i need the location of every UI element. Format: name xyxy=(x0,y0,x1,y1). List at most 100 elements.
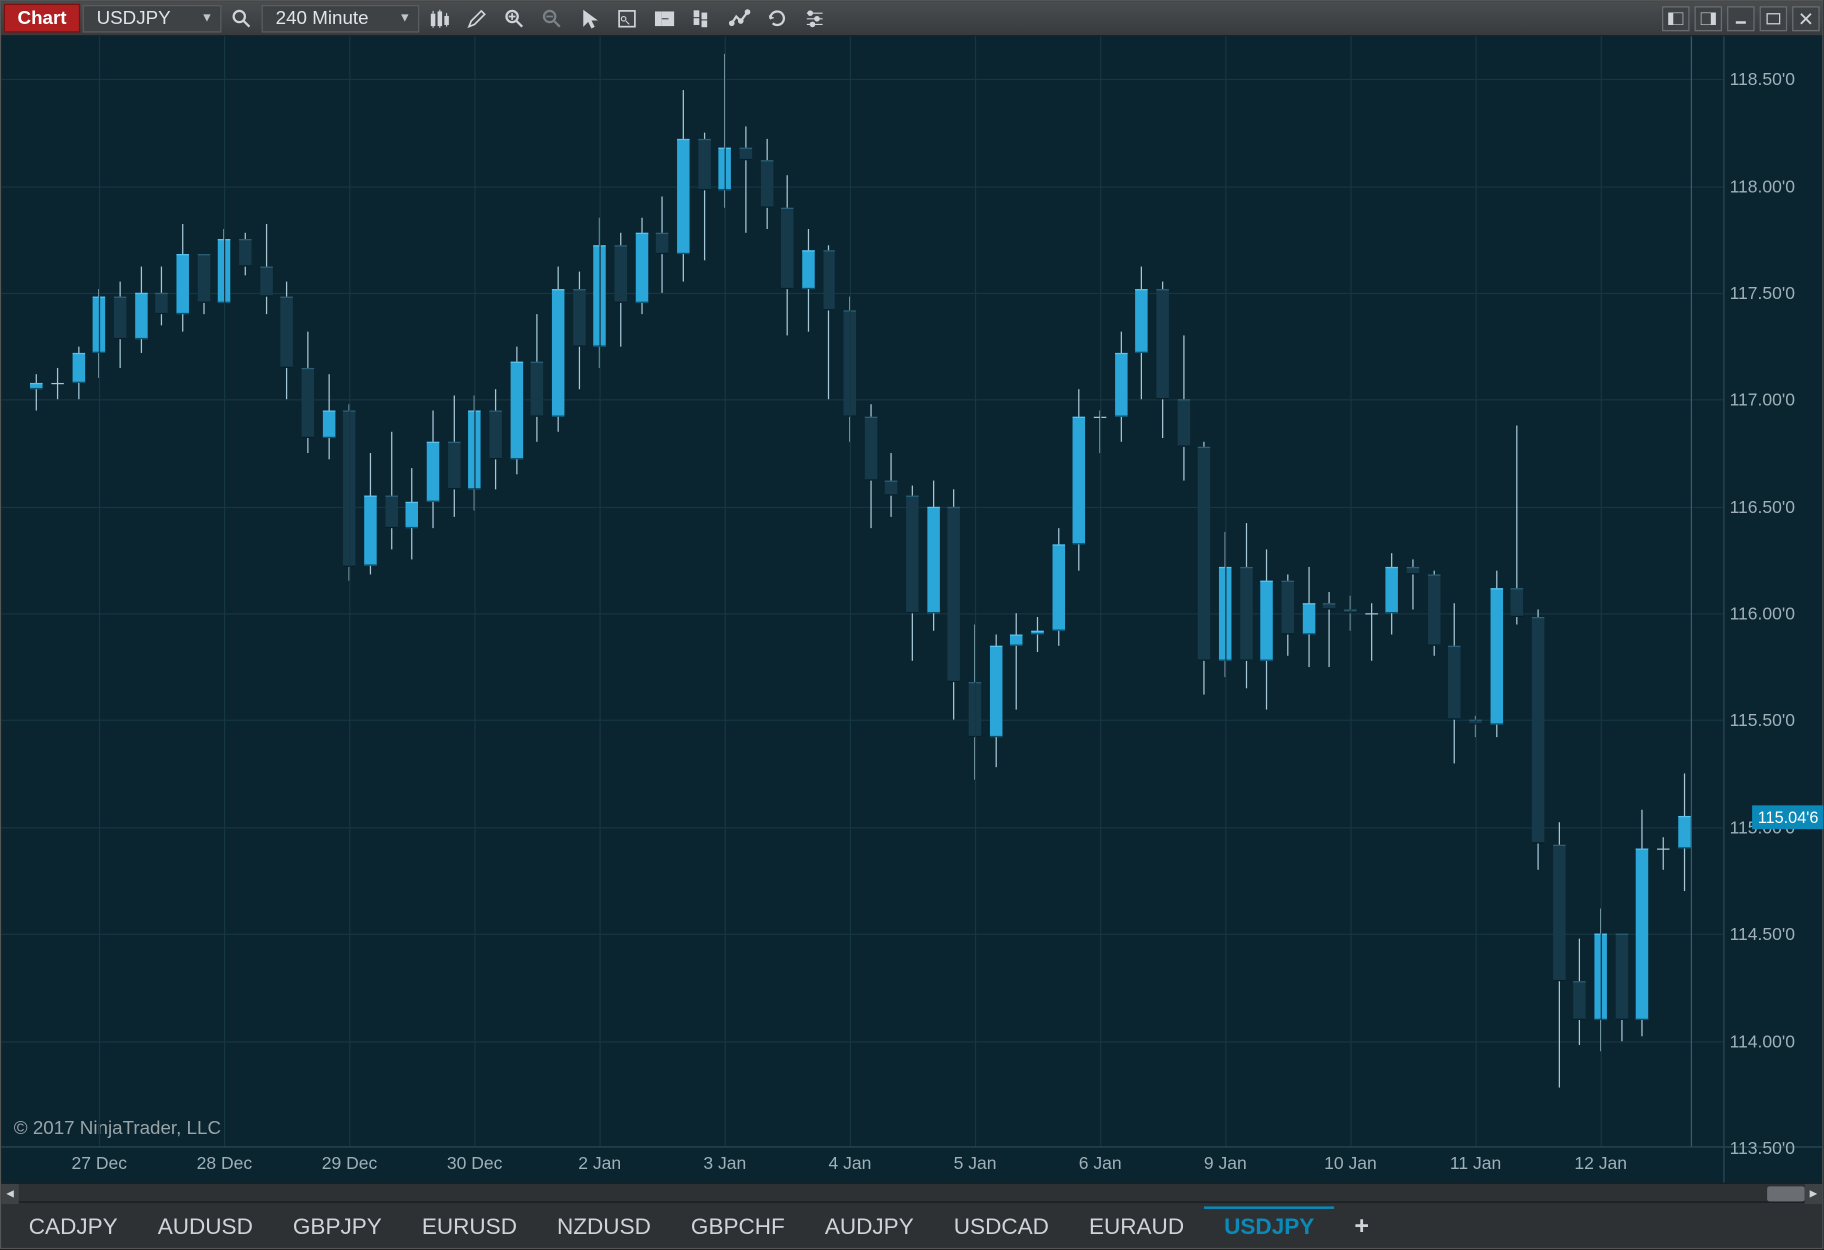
tab-audjpy[interactable]: AUDJPY xyxy=(805,1206,934,1245)
properties-icon[interactable] xyxy=(798,4,833,32)
instrument-tabs: CADJPYAUDUSDGBPJPYEURUSDNZDUSDGBPCHFAUDJ… xyxy=(1,1203,1822,1248)
candle xyxy=(156,36,168,1147)
x-tick: 11 Jan xyxy=(1450,1153,1501,1173)
search-icon[interactable] xyxy=(224,4,259,32)
candle xyxy=(322,36,334,1147)
candle-type-icon[interactable] xyxy=(422,4,457,32)
candle xyxy=(281,36,293,1147)
last-price-tag: 115.04'6 xyxy=(1753,805,1824,829)
dock-right-button[interactable] xyxy=(1695,6,1723,31)
x-tick: 12 Jan xyxy=(1574,1153,1627,1173)
tab-nzdusd[interactable]: NZDUSD xyxy=(537,1206,671,1245)
y-tick: 113.50'0 xyxy=(1730,1138,1795,1158)
markers-icon[interactable] xyxy=(723,4,758,32)
horizontal-scrollbar[interactable]: ◄ ► xyxy=(1,1183,1822,1203)
candle xyxy=(990,36,1002,1147)
add-tab-button[interactable]: + xyxy=(1334,1205,1389,1246)
x-tick: 10 Jan xyxy=(1324,1153,1377,1173)
candle xyxy=(30,36,42,1147)
candle xyxy=(1052,36,1064,1147)
tab-audusd[interactable]: AUDUSD xyxy=(138,1206,273,1245)
zoom-in-icon[interactable] xyxy=(497,4,532,32)
candle xyxy=(385,36,397,1147)
y-tick: 116.50'0 xyxy=(1730,496,1795,516)
x-tick: 30 Dec xyxy=(447,1153,503,1173)
candle xyxy=(1511,36,1523,1147)
x-tick: 28 Dec xyxy=(197,1153,253,1173)
tab-gbpchf[interactable]: GBPCHF xyxy=(671,1206,805,1245)
candle xyxy=(739,36,751,1147)
candle xyxy=(448,36,460,1147)
tab-eurusd[interactable]: EURUSD xyxy=(402,1206,537,1245)
close-button[interactable] xyxy=(1792,6,1820,31)
candle xyxy=(1386,36,1398,1147)
interval-value: 240 Minute xyxy=(276,8,369,29)
candle xyxy=(906,36,918,1147)
candle xyxy=(635,36,647,1147)
candle xyxy=(114,36,126,1147)
x-tick: 3 Jan xyxy=(703,1153,746,1173)
candle xyxy=(865,36,877,1147)
candle xyxy=(948,36,960,1147)
candle xyxy=(406,36,418,1147)
maximize-button[interactable] xyxy=(1760,6,1788,31)
chevron-down-icon: ▼ xyxy=(201,11,213,25)
candle xyxy=(656,36,668,1147)
dock-left-button[interactable] xyxy=(1662,6,1690,31)
scrollbar-thumb[interactable] xyxy=(1767,1186,1805,1201)
candle xyxy=(1198,36,1210,1147)
candle xyxy=(1407,36,1419,1147)
y-tick: 114.00'0 xyxy=(1730,1031,1795,1051)
minimize-button[interactable] xyxy=(1727,6,1755,31)
tab-euraud[interactable]: EURAUD xyxy=(1069,1206,1204,1245)
x-tick: 27 Dec xyxy=(72,1153,128,1173)
candle xyxy=(781,36,793,1147)
scroll-right-icon[interactable]: ► xyxy=(1805,1184,1823,1204)
candle xyxy=(885,36,897,1147)
candle xyxy=(1532,36,1544,1147)
candle xyxy=(1011,36,1023,1147)
toolbar: Chart USDJPY ▼ 240 Minute ▼ xyxy=(1,1,1822,36)
y-tick: 116.00'0 xyxy=(1730,603,1795,623)
candle xyxy=(823,36,835,1147)
candle xyxy=(1636,36,1648,1147)
refresh-icon[interactable] xyxy=(760,4,795,32)
tab-usdcad[interactable]: USDCAD xyxy=(934,1206,1069,1245)
candle xyxy=(573,36,585,1147)
y-axis[interactable]: 118.50'0118.00'0117.50'0117.00'0116.50'0… xyxy=(1725,36,1823,1147)
candle xyxy=(510,36,522,1147)
candle xyxy=(1157,36,1169,1147)
candlestick-plot[interactable]: © 2017 NinjaTrader, LLC xyxy=(1,36,1724,1147)
tab-usdjpy[interactable]: USDJPY xyxy=(1204,1206,1334,1245)
y-tick: 114.50'0 xyxy=(1730,924,1795,944)
pencil-icon[interactable] xyxy=(460,4,495,32)
candle xyxy=(1031,36,1043,1147)
candle xyxy=(802,36,814,1147)
candle xyxy=(531,36,543,1147)
candle xyxy=(1574,36,1586,1147)
y-tick: 118.00'0 xyxy=(1730,176,1795,196)
candle xyxy=(1678,36,1690,1147)
pointer-icon[interactable] xyxy=(572,4,607,32)
interval-select[interactable]: 240 Minute ▼ xyxy=(262,4,420,32)
instrument-select[interactable]: USDJPY ▼ xyxy=(83,4,222,32)
x-tick: 4 Jan xyxy=(829,1153,872,1173)
candle xyxy=(1490,36,1502,1147)
tab-cadjpy[interactable]: CADJPY xyxy=(9,1206,138,1245)
candle xyxy=(1428,36,1440,1147)
zoom-out-icon[interactable] xyxy=(535,4,570,32)
data-box-icon[interactable] xyxy=(610,4,645,32)
chart-window: Chart USDJPY ▼ 240 Minute ▼ © 2017 Ninja… xyxy=(0,0,1823,1249)
x-axis[interactable]: 27 Dec28 Dec29 Dec30 Dec2 Jan3 Jan4 Jan5… xyxy=(1,1148,1724,1183)
tab-gbpjpy[interactable]: GBPJPY xyxy=(273,1206,402,1245)
candle xyxy=(260,36,272,1147)
candle xyxy=(1657,36,1669,1147)
candle xyxy=(760,36,772,1147)
instrument-value: USDJPY xyxy=(97,8,171,29)
scroll-left-icon[interactable]: ◄ xyxy=(1,1184,19,1204)
levels-icon[interactable] xyxy=(685,4,720,32)
candle xyxy=(364,36,376,1147)
panel-split-icon[interactable] xyxy=(648,4,683,32)
candle xyxy=(1177,36,1189,1147)
candle xyxy=(1073,36,1085,1147)
